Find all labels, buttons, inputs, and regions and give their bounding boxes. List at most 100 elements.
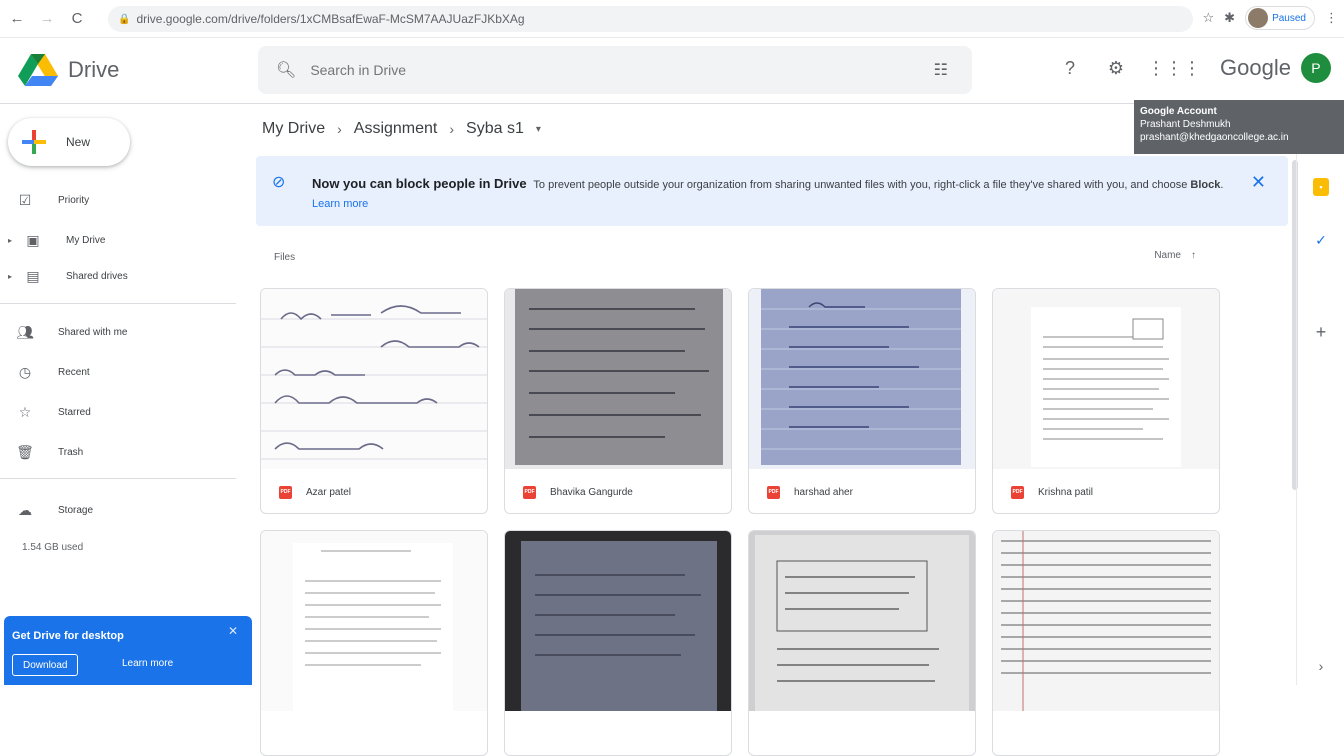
pdf-icon: PDF	[1011, 485, 1024, 499]
file-card[interactable]	[992, 530, 1220, 756]
file-thumbnail	[749, 531, 975, 711]
shared-drives-icon: ▤	[26, 267, 40, 284]
sidebar-item-label: Starred	[58, 406, 91, 418]
file-card[interactable]: PDF Krishna patil	[992, 288, 1220, 514]
account-tooltip: Google Account Prashant Deshmukh prashan…	[1134, 100, 1344, 154]
side-panel-rail: ▪ ✓ + ›	[1296, 104, 1344, 685]
help-icon[interactable]: ?	[1050, 48, 1090, 88]
file-card-footer: PDF Krishna patil	[993, 469, 1219, 513]
file-card[interactable]: PDF Bhavika Gangurde	[504, 288, 732, 514]
file-card-footer: PDF harshad aher	[749, 469, 975, 513]
chevron-right-icon: ›	[337, 121, 342, 137]
cloud-icon: ☁	[18, 501, 32, 518]
file-thumbnail	[505, 289, 731, 469]
pdf-icon: PDF	[767, 485, 780, 499]
breadcrumb-my-drive[interactable]: My Drive	[262, 120, 325, 138]
close-icon[interactable]: ✕	[228, 624, 238, 638]
trash-icon: 🗑︎	[16, 443, 34, 460]
sidebar-item-storage[interactable]: ☁ Storage	[0, 494, 240, 526]
account-avatar[interactable]: P	[1300, 53, 1331, 83]
file-card[interactable]	[748, 530, 976, 756]
sidebar-item-shared-with-me[interactable]: 👥︎ Shared with me	[0, 316, 240, 348]
tasks-icon[interactable]: ✓	[1311, 230, 1331, 250]
sidebar-item-shared-drives[interactable]: ▸ ▤ Shared drives	[0, 260, 240, 292]
sidebar-item-my-drive[interactable]: ▸ ▣ My Drive	[0, 224, 240, 256]
sort-control[interactable]: Name ↑	[1154, 250, 1196, 261]
app-name: Drive	[68, 57, 120, 82]
pdf-icon: PDF	[279, 485, 292, 499]
avatar	[1248, 8, 1269, 28]
file-thumbnail	[261, 531, 487, 711]
banner-title: Now you can block people in Drive	[312, 176, 527, 191]
breadcrumb-assignment[interactable]: Assignment	[354, 120, 438, 138]
browser-actions: ☆ ✱ Paused ⋮	[1203, 6, 1338, 30]
learn-more-link[interactable]: Learn more	[122, 658, 173, 669]
sidebar-item-label: Storage	[58, 504, 94, 516]
file-card[interactable]	[260, 530, 488, 756]
forward-icon[interactable]: →	[34, 6, 60, 32]
star-bookmark-icon[interactable]: ☆	[1203, 10, 1215, 26]
breadcrumb-current-folder[interactable]: Syba s1	[466, 120, 524, 138]
profile-paused-button[interactable]: Paused	[1245, 6, 1315, 30]
search-options-icon[interactable]: ☷	[934, 60, 948, 80]
file-card[interactable]	[504, 530, 732, 756]
keep-icon[interactable]: ▪	[1313, 178, 1329, 196]
sidebar-item-trash[interactable]: 🗑︎ Trash	[0, 436, 240, 468]
chevron-down-icon[interactable]: ▾	[536, 124, 541, 135]
apps-grid-icon[interactable]: ⋮⋮⋮	[1147, 48, 1201, 88]
extensions-icon[interactable]: ✱	[1224, 10, 1235, 26]
google-brand: Google	[1220, 55, 1291, 80]
priority-icon: ☑	[18, 191, 32, 208]
info-banner: ⊘ Now you can block people in Drive To p…	[256, 156, 1288, 226]
sidebar-item-label: Trash	[58, 446, 84, 458]
banner-learn-more-link[interactable]: Learn more	[312, 198, 368, 210]
expand-caret-icon[interactable]: ▸	[8, 236, 18, 245]
back-icon[interactable]: ←	[4, 6, 30, 32]
file-thumbnail	[261, 289, 487, 469]
block-icon: ⊘	[272, 174, 286, 191]
sidebar-divider	[0, 303, 236, 304]
storage-used-text: 1.54 GB used	[22, 542, 84, 553]
file-thumbnail	[993, 289, 1219, 469]
file-card-footer: PDF Azar patel	[261, 469, 487, 513]
address-bar[interactable]: 🔒 drive.google.com/drive/folders/1xCMBsa…	[108, 6, 1193, 32]
file-card[interactable]: PDF Azar patel	[260, 288, 488, 514]
file-name: Azar patel	[306, 486, 352, 498]
close-icon[interactable]: ✕	[1251, 172, 1266, 193]
drive-logo[interactable]: Drive	[18, 52, 119, 88]
search-bar[interactable]: 🔍︎ ☷	[258, 46, 972, 94]
main-content: My Drive › Assignment › Syba s1 ▾ ⊘ Now …	[252, 104, 1296, 756]
sidebar-item-starred[interactable]: ☆ Starred	[0, 396, 240, 428]
reload-icon[interactable]: C	[64, 6, 90, 32]
add-addon-icon[interactable]: +	[1311, 322, 1331, 342]
tooltip-name: Prashant Deshmukh	[1140, 119, 1231, 130]
pdf-icon: PDF	[523, 485, 536, 499]
sidebar-divider	[0, 478, 236, 479]
tooltip-email: prashant@khedgaoncollege.ac.in	[1140, 132, 1289, 143]
clock-icon: ◷	[18, 363, 32, 380]
file-card[interactable]: PDF harshad aher	[748, 288, 976, 514]
file-name: Krishna patil	[1038, 486, 1094, 498]
sidebar-item-label: Shared drives	[66, 270, 128, 282]
sidebar-item-label: Priority	[58, 194, 90, 206]
search-icon[interactable]: 🔍︎	[276, 60, 296, 80]
more-vert-icon[interactable]: ⋮	[1325, 10, 1338, 26]
settings-gear-icon[interactable]: ⚙	[1096, 48, 1136, 88]
promo-title: Get Drive for desktop	[12, 630, 124, 642]
star-icon: ☆	[18, 403, 32, 420]
files-section-label: Files	[274, 252, 296, 263]
sort-arrow-icon: ↑	[1191, 250, 1196, 261]
chevron-right-icon: ›	[449, 121, 455, 137]
sidebar-item-recent[interactable]: ◷ Recent	[0, 356, 240, 388]
file-card-footer: PDF Bhavika Gangurde	[505, 469, 731, 513]
sort-label: Name	[1154, 250, 1181, 261]
new-button[interactable]: New	[8, 118, 130, 166]
sidebar-item-priority[interactable]: ☑ Priority	[0, 184, 240, 216]
header-actions: ? ⚙ ⋮⋮⋮ Google P	[1050, 48, 1331, 88]
drive-logo-icon	[18, 54, 58, 86]
file-thumbnail	[505, 531, 731, 711]
search-input[interactable]	[310, 62, 871, 78]
download-button[interactable]: Download	[12, 654, 79, 676]
chevron-right-icon[interactable]: ›	[1311, 656, 1331, 676]
expand-caret-icon[interactable]: ▸	[8, 272, 18, 281]
